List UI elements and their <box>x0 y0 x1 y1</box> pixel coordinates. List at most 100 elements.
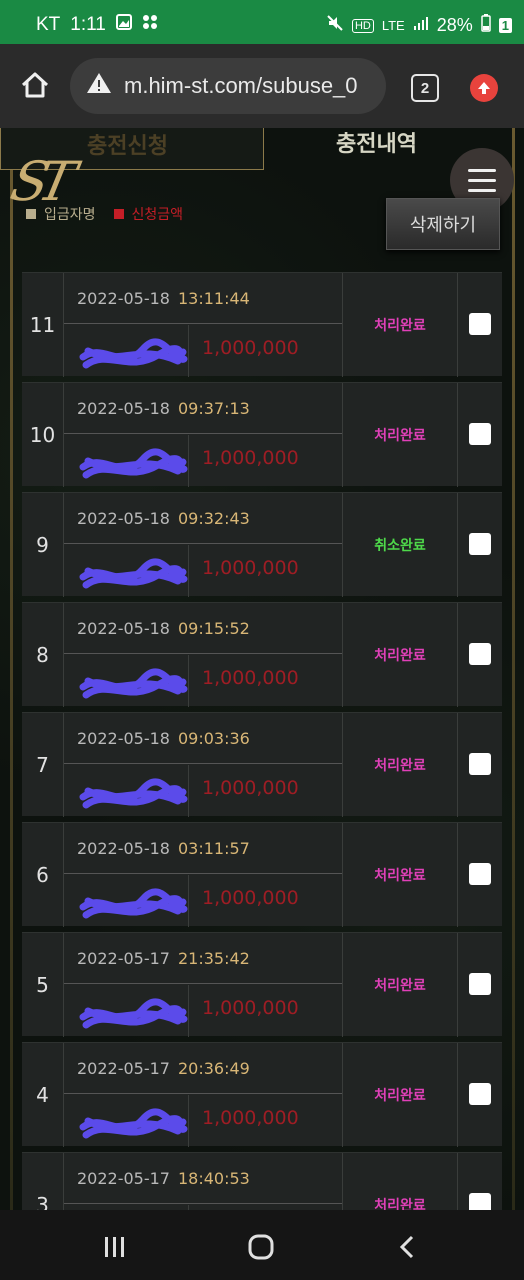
list-item[interactable]: 6 2022-05-18 03:11:57 1,000,000 처리완료 <box>22 822 502 927</box>
row-time: 20:36:49 <box>177 1059 250 1078</box>
row-date: 2022-05-18 <box>77 839 170 858</box>
row-datetime: 2022-05-17 18:40:53 <box>77 1169 250 1188</box>
row-number: 10 <box>22 383 64 487</box>
row-amount: 1,000,000 <box>202 1107 299 1129</box>
list-item[interactable]: 3 2022-05-17 18:40:53 처리완료 <box>22 1152 502 1210</box>
home-button[interactable] <box>18 68 52 102</box>
row-time: 09:37:13 <box>177 399 250 418</box>
list-item[interactable]: 10 2022-05-18 09:37:13 1,000,000 처리완료 <box>22 382 502 487</box>
row-status: 처리완료 <box>342 603 458 707</box>
row-checkbox[interactable] <box>469 423 491 445</box>
update-button[interactable] <box>470 74 498 102</box>
redacted-depositor-name <box>64 325 188 377</box>
list-item[interactable]: 11 2022-05-18 13:11:44 1,000,000 처리완료 <box>22 272 502 377</box>
row-datetime: 2022-05-18 09:37:13 <box>77 399 250 418</box>
row-status: 처리완료 <box>342 383 458 487</box>
redacted-depositor-name <box>64 655 188 707</box>
warning-icon[interactable] <box>86 71 112 101</box>
frame-border-left <box>10 128 13 1210</box>
redaction-scribble <box>79 338 188 369</box>
tab-history[interactable]: 충전내역 <box>336 128 417 158</box>
legend-amount: 신청금액 <box>131 207 184 223</box>
row-time: 09:15:52 <box>177 619 250 638</box>
row-datetime: 2022-05-18 09:32:43 <box>77 509 250 528</box>
address-bar[interactable]: m.him-st.com/subuse_0 <box>70 58 386 114</box>
redaction-scribble <box>79 668 188 699</box>
row-divider <box>64 763 342 764</box>
row-date: 2022-05-18 <box>77 729 170 748</box>
delete-button[interactable]: 삭제하기 <box>386 198 500 250</box>
row-separator <box>188 1095 189 1147</box>
row-number: 9 <box>22 493 64 597</box>
status-bar: KT 1:11 HD LTE 28% 1 <box>0 0 524 44</box>
row-checkbox[interactable] <box>469 313 491 335</box>
row-amount: 1,000,000 <box>202 667 299 689</box>
row-status: 처리완료 <box>342 713 458 817</box>
row-datetime: 2022-05-18 09:03:36 <box>77 729 250 748</box>
row-checkbox[interactable] <box>469 863 491 885</box>
row-amount: 1,000,000 <box>202 447 299 469</box>
mute-icon <box>326 14 344 37</box>
row-date: 2022-05-18 <box>77 619 170 638</box>
row-datetime: 2022-05-18 13:11:44 <box>77 289 250 308</box>
status-label: 처리완료 <box>374 758 426 774</box>
row-amount: 1,000,000 <box>202 557 299 579</box>
legend-swatch-amount <box>113 209 124 219</box>
redaction-scribble <box>79 998 188 1029</box>
row-status: 처리완료 <box>342 1153 458 1210</box>
tab-switcher-button[interactable]: 2 <box>411 74 439 102</box>
list-item[interactable]: 9 2022-05-18 09:32:43 1,000,000 취소완료 <box>22 492 502 597</box>
row-date: 2022-05-18 <box>77 289 170 308</box>
row-number: 3 <box>22 1153 64 1210</box>
row-status: 처리완료 <box>342 933 458 1037</box>
row-separator <box>188 875 189 927</box>
row-checkbox[interactable] <box>469 643 491 665</box>
row-time: 21:35:42 <box>177 949 250 968</box>
row-divider <box>64 433 342 434</box>
status-label: 처리완료 <box>374 318 426 334</box>
row-time: 03:11:57 <box>177 839 250 858</box>
list-item[interactable]: 5 2022-05-17 21:35:42 1,000,000 처리완료 <box>22 932 502 1037</box>
row-separator <box>188 545 189 597</box>
redaction-scribble <box>79 1108 188 1139</box>
status-label: 처리완료 <box>374 1088 426 1104</box>
list-item[interactable]: 4 2022-05-17 20:36:49 1,000,000 처리완료 <box>22 1042 502 1147</box>
back-button[interactable] <box>392 1232 422 1262</box>
list-item[interactable]: 8 2022-05-18 09:15:52 1,000,000 처리완료 <box>22 602 502 707</box>
redaction-scribble <box>79 558 188 589</box>
row-date: 2022-05-18 <box>77 399 170 418</box>
apps-icon <box>142 14 158 36</box>
row-number: 11 <box>22 273 64 377</box>
row-checkbox[interactable] <box>469 973 491 995</box>
legend: 입금자명 신청금액 <box>26 204 183 224</box>
row-date: 2022-05-17 <box>77 1169 170 1188</box>
arrow-up-icon <box>478 82 490 94</box>
redacted-depositor-name <box>64 875 188 927</box>
row-date: 2022-05-17 <box>77 949 170 968</box>
row-separator <box>188 655 189 707</box>
row-divider <box>64 873 342 874</box>
row-separator <box>188 435 189 487</box>
row-number: 7 <box>22 713 64 817</box>
lte-label: LTE <box>381 18 405 33</box>
home-nav-button[interactable] <box>246 1232 276 1262</box>
home-icon <box>21 72 49 98</box>
legend-depositor: 입금자명 <box>44 207 96 223</box>
status-label: 취소완료 <box>374 538 426 554</box>
row-time: 09:03:36 <box>177 729 250 748</box>
status-label: 처리완료 <box>374 868 426 884</box>
status-label: 처리완료 <box>374 648 426 664</box>
row-status: 처리완료 <box>342 1043 458 1147</box>
row-number: 4 <box>22 1043 64 1147</box>
recent-apps-button[interactable] <box>100 1232 130 1262</box>
row-status: 취소완료 <box>342 493 458 597</box>
row-checkbox[interactable] <box>469 533 491 555</box>
row-checkbox[interactable] <box>469 1083 491 1105</box>
clock: 1:11 <box>70 14 106 35</box>
redacted-depositor-name <box>64 545 188 597</box>
row-divider <box>64 653 342 654</box>
frame-border-right <box>512 128 515 1210</box>
row-checkbox[interactable] <box>469 1193 491 1210</box>
list-item[interactable]: 7 2022-05-18 09:03:36 1,000,000 처리완료 <box>22 712 502 817</box>
row-checkbox[interactable] <box>469 753 491 775</box>
